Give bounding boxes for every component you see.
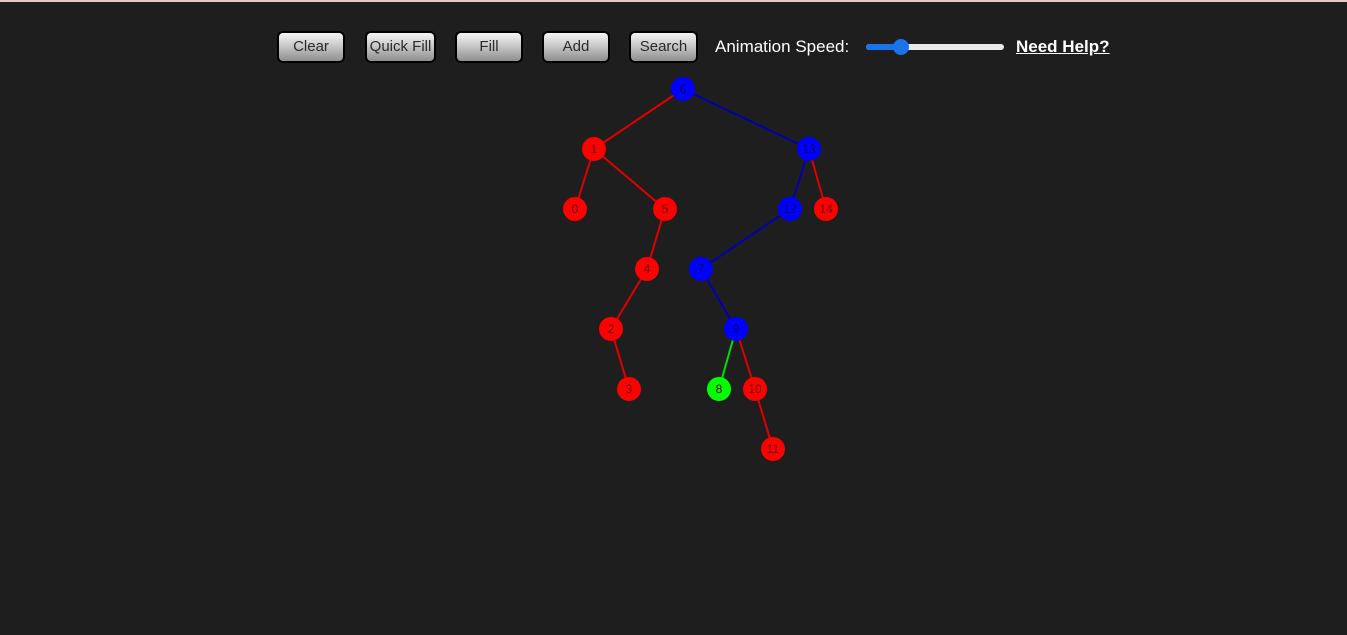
tree-node-label: 12	[783, 202, 797, 216]
tree-node-3: 3	[617, 377, 641, 401]
tree-node-label: 8	[716, 382, 723, 396]
tree-node-2: 2	[599, 317, 623, 341]
tree-node-label: 0	[572, 202, 579, 216]
tree-node-11: 11	[761, 437, 785, 461]
tree-node-12: 12	[778, 197, 802, 221]
tree-node-5: 5	[653, 197, 677, 221]
tree-node-label: 6	[680, 82, 687, 96]
tree-node-13: 13	[797, 137, 821, 161]
tree-edge-1-5	[593, 148, 666, 210]
tree-nodes: 6 1 13 0 5 12 14 4 7 2 9 3 8 10 11	[563, 77, 838, 461]
tree-node-label: 10	[748, 382, 762, 396]
tree-node-label: 4	[644, 262, 651, 276]
tree-edge-12-7	[700, 208, 791, 270]
tree-node-10: 10	[743, 377, 767, 401]
tree-node-14: 14	[814, 197, 838, 221]
tree-node-label: 3	[626, 382, 633, 396]
tree-node-9: 9	[724, 317, 748, 341]
tree-node-0: 0	[563, 197, 587, 221]
tree-node-label: 2	[608, 322, 615, 336]
tree-node-1: 1	[582, 137, 606, 161]
tree-node-8: 8	[707, 377, 731, 401]
tree-node-label: 7	[698, 262, 705, 276]
tree-canvas: 6 1 13 0 5 12 14 4 7 2 9 3 8 10 11	[563, 77, 838, 461]
tree-node-label: 1	[591, 142, 598, 156]
tree-node-label: 9	[733, 322, 740, 336]
tree-node-label: 13	[802, 142, 816, 156]
tree-node-6: 6	[671, 77, 695, 101]
tree-edge-6-1	[593, 88, 684, 150]
tree-node-label: 11	[767, 442, 780, 456]
tree-node-4: 4	[635, 257, 659, 281]
tree-node-label: 5	[662, 202, 669, 216]
tree-edge-6-13	[682, 88, 810, 150]
tree-node-label: 14	[819, 202, 833, 216]
tree-node-7: 7	[689, 257, 713, 281]
